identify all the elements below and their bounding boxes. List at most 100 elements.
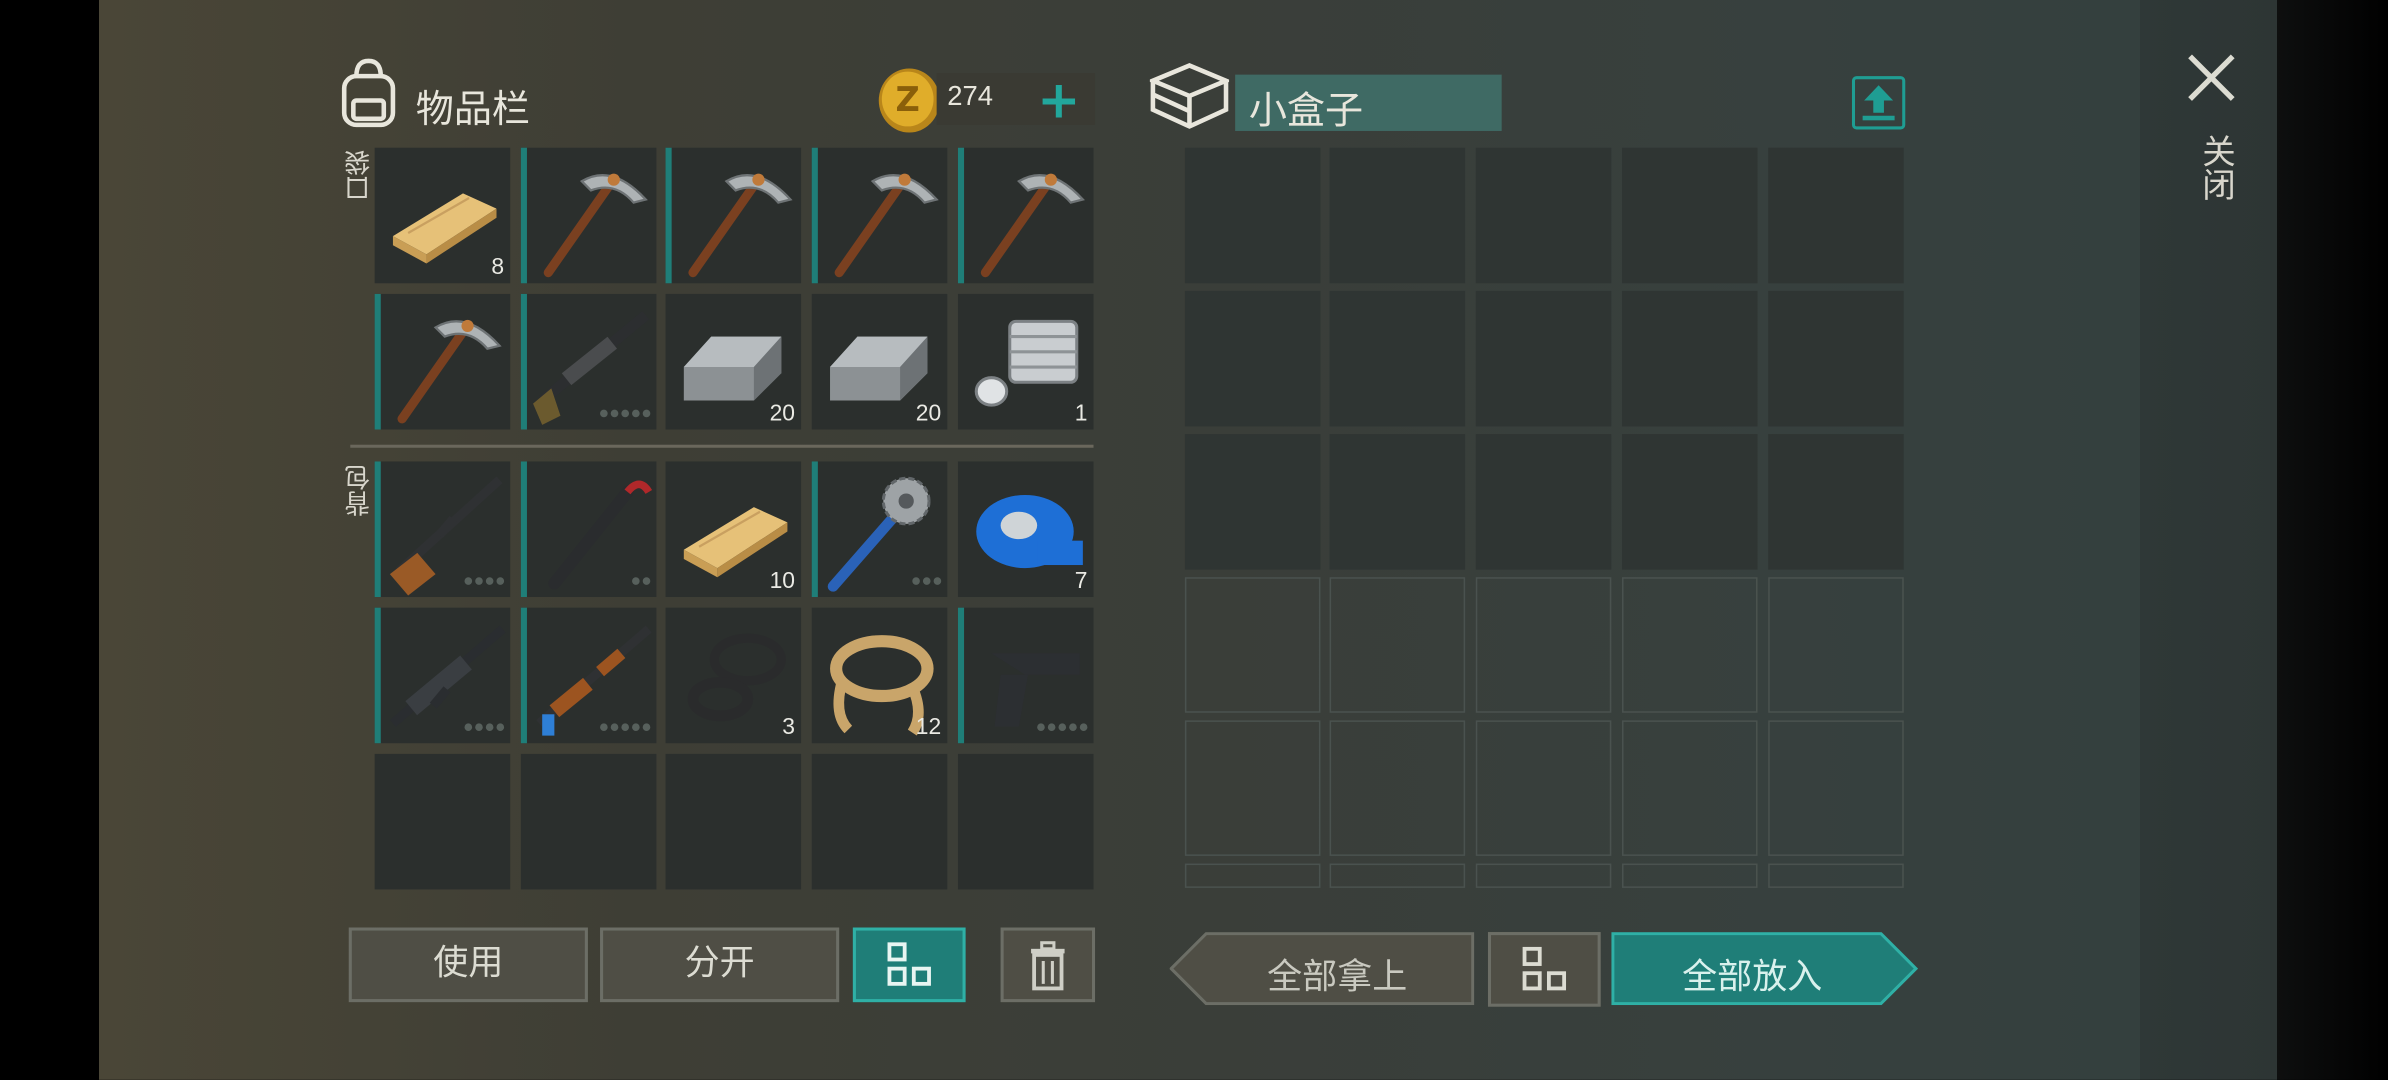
backpack-icon <box>335 58 402 137</box>
inventory-title: 物品栏 <box>415 86 531 131</box>
use-button[interactable]: 使用 <box>348 927 588 1003</box>
container-slot[interactable] <box>1621 434 1758 570</box>
container-slot[interactable] <box>1621 290 1758 427</box>
close-label[interactable]: 关闭 <box>2190 134 2239 201</box>
container-slot[interactable] <box>1329 434 1466 570</box>
pocket-slot[interactable]: 20 <box>811 293 948 430</box>
container-slot[interactable] <box>1621 577 1758 713</box>
container-slot[interactable] <box>1475 720 1612 856</box>
container-slot[interactable] <box>1184 863 1321 888</box>
take-all-label: 全部拿上 <box>1267 957 1408 998</box>
durability-dots <box>600 409 651 418</box>
pickaxe-icon <box>980 173 1085 278</box>
coin-icon: Z <box>876 65 943 141</box>
container-slot[interactable] <box>1475 577 1612 713</box>
container-sort-button[interactable] <box>1487 932 1601 1007</box>
backpack-slot[interactable] <box>520 607 657 744</box>
durability-dots <box>600 723 651 732</box>
container-title: 小盒子 <box>1248 88 1364 133</box>
backpack-slot[interactable]: 3 <box>665 607 802 744</box>
container-slot[interactable] <box>1184 434 1321 570</box>
inventory-slot-empty[interactable] <box>665 753 802 890</box>
pocket-slot[interactable]: 20 <box>665 293 802 430</box>
container-slot[interactable] <box>1475 863 1612 888</box>
item-quantity: 10 <box>769 568 796 594</box>
backpack-slot[interactable] <box>811 461 948 598</box>
container-slot[interactable] <box>1329 720 1466 856</box>
container-slot[interactable] <box>1768 147 1904 284</box>
item-quantity: 1 <box>1074 400 1088 427</box>
container-slot[interactable] <box>1475 290 1612 427</box>
trash-button[interactable] <box>1000 927 1096 1003</box>
pocket-slot[interactable] <box>665 147 802 284</box>
durability-dots <box>912 577 942 585</box>
pickaxe-icon <box>688 173 793 278</box>
pocket-slot[interactable]: 1 <box>957 293 1094 430</box>
pocket-label: 口袋 <box>345 149 377 202</box>
close-icon <box>2188 54 2235 101</box>
inventory-slot-empty[interactable] <box>811 753 948 890</box>
container-slot[interactable] <box>1329 577 1466 713</box>
wood-plank-icon <box>392 193 497 264</box>
pickaxe-icon <box>397 319 502 424</box>
inventory-slot-empty[interactable] <box>957 753 1094 890</box>
container-slot[interactable] <box>1329 863 1466 888</box>
container-slot[interactable] <box>1184 720 1321 856</box>
container-slot[interactable] <box>1621 720 1758 856</box>
backpack-slot[interactable]: 7 <box>957 461 1094 598</box>
item-quantity: 3 <box>782 714 796 741</box>
pocket-slot[interactable]: 8 <box>374 147 511 284</box>
backpack-slot[interactable]: 12 <box>811 607 948 744</box>
pocket-slot[interactable] <box>520 147 657 284</box>
pocket-slot[interactable] <box>374 293 511 430</box>
sort-grid-button[interactable] <box>852 927 966 1003</box>
backpack-slot[interactable] <box>374 461 511 598</box>
pocket-slot[interactable] <box>811 147 948 284</box>
coin-counter: 274 + <box>936 70 1096 131</box>
backpack-slot[interactable] <box>520 461 657 598</box>
backpack-slot[interactable] <box>957 607 1094 744</box>
svg-text:Z: Z <box>896 80 920 119</box>
durability-dots <box>464 577 505 585</box>
container-slot[interactable] <box>1329 290 1466 427</box>
item-quantity: 20 <box>915 400 942 427</box>
transfer-up-button[interactable] <box>1851 76 1906 130</box>
section-divider <box>350 444 1094 448</box>
container-slot[interactable] <box>1184 290 1321 427</box>
split-button[interactable]: 分开 <box>600 927 840 1003</box>
backpack-slot[interactable] <box>374 607 511 744</box>
container-slot[interactable] <box>1768 577 1904 713</box>
container-slot[interactable] <box>1768 290 1904 427</box>
container-slot[interactable] <box>1184 147 1321 284</box>
pickaxe-icon <box>834 173 939 278</box>
inventory-slot-empty[interactable] <box>374 753 511 890</box>
durability-dots <box>1037 723 1088 732</box>
trash-icon <box>1031 941 1065 991</box>
container-slot[interactable] <box>1475 434 1612 570</box>
container-slot[interactable] <box>1184 577 1321 713</box>
container-slot[interactable] <box>1621 863 1758 888</box>
box-icon <box>1146 61 1232 137</box>
pocket-slot[interactable] <box>520 293 657 430</box>
inventory-slot-empty[interactable] <box>520 753 657 890</box>
pocket-slot[interactable] <box>957 147 1094 284</box>
add-coins-button[interactable]: + <box>1037 70 1080 131</box>
container-slot[interactable] <box>1475 147 1612 284</box>
container-slot[interactable] <box>1768 720 1904 856</box>
put-all-button[interactable]: 全部放入 <box>1611 932 1919 1006</box>
container-slot[interactable] <box>1768 863 1904 888</box>
item-quantity: 20 <box>769 400 796 427</box>
item-quantity: 8 <box>491 254 505 281</box>
container-name-field[interactable]: 小盒子 <box>1235 74 1502 133</box>
game-screen: 物品栏 Z 274 + 口袋 背包 8 20 20 1 10 7 3 12 使用 分开 <box>0 0 2388 1080</box>
take-all-button[interactable]: 全部拿上 <box>1169 932 1475 1006</box>
grid-icon <box>1522 946 1567 991</box>
pickaxe-icon <box>543 173 648 278</box>
container-slot[interactable] <box>1621 147 1758 284</box>
rubber-rings-icon <box>687 633 786 722</box>
item-quantity: 12 <box>915 714 942 741</box>
close-button[interactable] <box>2184 50 2239 105</box>
backpack-slot[interactable]: 10 <box>665 461 802 598</box>
container-slot[interactable] <box>1768 434 1904 570</box>
container-slot[interactable] <box>1329 147 1466 284</box>
